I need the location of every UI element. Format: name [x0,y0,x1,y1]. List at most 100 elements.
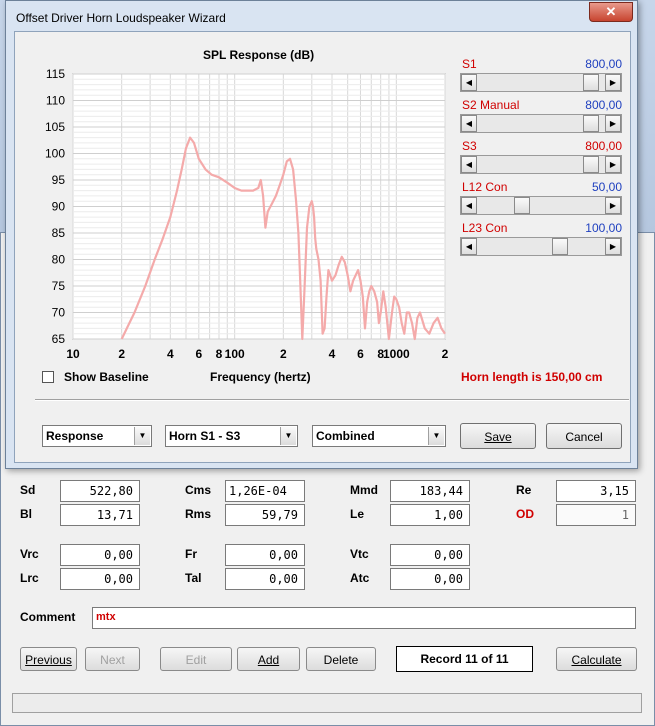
slider-label: L23 Con [462,221,508,235]
slider-label: L12 Con [462,180,508,194]
atc-label: Atc [350,571,370,585]
horn-length-text: Horn length is 150,00 cm [461,370,603,384]
od-label: OD [516,507,534,521]
mmd-field[interactable]: 183,44 [390,480,470,502]
status-bar [12,693,642,713]
response-select[interactable]: Response ▼ [42,425,152,447]
slider-label: S1 [462,57,477,71]
y-tick-label: 90 [52,200,66,214]
horn-section-select-value: Horn S1 - S3 [169,429,241,443]
slider-value: 50,00 [591,180,622,194]
slider-0: S1 800,00 ◀ ▶ [460,57,622,97]
slider-2: S3 800,00 ◀ ▶ [460,139,622,179]
cms-label: Cms [185,483,212,497]
y-tick-label: 65 [52,332,66,346]
next-button: Next [85,647,140,671]
dialog-client-area: SPL Response (dB) 115 110 105 100 95 90 85 80 75… [14,31,631,463]
slider-value: 800,00 [585,57,622,71]
cms-field[interactable]: 1,26E-04 [225,480,305,502]
scroll-left-icon[interactable]: ◀ [461,74,477,91]
y-tick-label: 100 [45,147,65,161]
x-tick-label: 6 [195,347,202,361]
dialog-title: Offset Driver Horn Loudspeaker Wizard [16,11,226,25]
save-button[interactable]: Save [460,423,536,449]
slider-track[interactable]: ◀ ▶ [460,114,622,133]
scroll-right-icon[interactable]: ▶ [605,238,621,255]
slider-thumb[interactable] [583,74,600,91]
mode-select[interactable]: Combined ▼ [312,425,446,447]
vtc-field[interactable]: 0,00 [390,544,470,566]
divider [35,399,629,401]
chevron-down-icon: ▼ [428,427,444,445]
x-tick-label: 1000 [383,347,410,361]
atc-field[interactable]: 0,00 [390,568,470,590]
scroll-right-icon[interactable]: ▶ [605,156,621,173]
re-field[interactable]: 3,15 [556,480,636,502]
spl-response-chart: 1151101051009590858075706510 2 4 6 8 100 2 4 6 81… [45,67,449,361]
y-tick-label: 95 [52,173,66,187]
show-baseline-checkbox[interactable] [42,371,54,383]
chart-title: SPL Response (dB) [203,48,315,62]
slider-track[interactable]: ◀ ▶ [460,73,622,92]
lrc-field[interactable]: 0,00 [60,568,140,590]
slider-1: S2 Manual 800,00 ◀ ▶ [460,98,622,138]
chart-x-label: Frequency (hertz) [210,370,311,384]
slider-thumb[interactable] [552,238,569,255]
slider-track[interactable]: ◀ ▶ [460,196,622,215]
le-label: Le [350,507,365,521]
x-tick-label: 4 [167,347,174,361]
x-tick-label: 2 [442,347,449,361]
edit-button: Edit [160,647,232,671]
scroll-left-icon[interactable]: ◀ [461,156,477,173]
scroll-left-icon[interactable]: ◀ [461,238,477,255]
mode-select-value: Combined [316,429,375,443]
slider-thumb[interactable] [583,156,600,173]
rms-label: Rms [185,507,212,521]
comment-field[interactable]: mtx [92,607,636,629]
slider-track[interactable]: ◀ ▶ [460,155,622,174]
slider-4: L23 Con 100,00 ◀ ▶ [460,221,622,261]
close-button[interactable]: ✕ [589,2,633,22]
x-tick-label: 100 [225,347,245,361]
slider-thumb[interactable] [583,115,600,132]
calculate-button[interactable]: Calculate [556,647,637,671]
x-tick-label: 4 [329,347,336,361]
chevron-down-icon: ▼ [134,427,150,445]
x-tick-label: 8 [216,347,223,361]
horn-section-select[interactable]: Horn S1 - S3 ▼ [165,425,298,447]
slider-track[interactable]: ◀ ▶ [460,237,622,256]
slider-thumb[interactable] [513,197,530,214]
horn-wizard-dialog: Offset Driver Horn Loudspeaker Wizard ✕ … [5,0,638,469]
vrc-label: Vrc [20,547,39,561]
response-select-value: Response [46,429,104,443]
y-tick-label: 85 [52,226,66,240]
slider-3: L12 Con 50,00 ◀ ▶ [460,180,622,220]
scroll-left-icon[interactable]: ◀ [461,115,477,132]
rms-field[interactable]: 59,79 [225,504,305,526]
scroll-right-icon[interactable]: ▶ [605,115,621,132]
cancel-button[interactable]: Cancel [546,423,622,449]
sd-field[interactable]: 522,80 [60,480,140,502]
show-baseline-label: Show Baseline [64,370,149,384]
bl-field[interactable]: 13,71 [60,504,140,526]
slider-value: 100,00 [585,221,622,235]
add-button[interactable]: Add [237,647,300,671]
chevron-down-icon: ▼ [280,427,296,445]
delete-button[interactable]: Delete [306,647,376,671]
scroll-right-icon[interactable]: ▶ [605,197,621,214]
le-field[interactable]: 1,00 [390,504,470,526]
slider-label: S3 [462,139,477,153]
tal-field[interactable]: 0,00 [225,568,305,590]
bl-label: Bl [20,507,32,521]
y-tick-label: 110 [46,94,65,108]
vrc-field[interactable]: 0,00 [60,544,140,566]
fr-field[interactable]: 0,00 [225,544,305,566]
scroll-left-icon[interactable]: ◀ [461,197,477,214]
scroll-right-icon[interactable]: ▶ [605,74,621,91]
slider-value: 800,00 [585,98,622,112]
x-tick-label: 2 [118,347,125,361]
re-label: Re [516,483,532,497]
y-tick-label: 70 [52,306,66,320]
previous-button[interactable]: Previous [20,647,77,671]
y-tick-label: 115 [46,67,65,81]
